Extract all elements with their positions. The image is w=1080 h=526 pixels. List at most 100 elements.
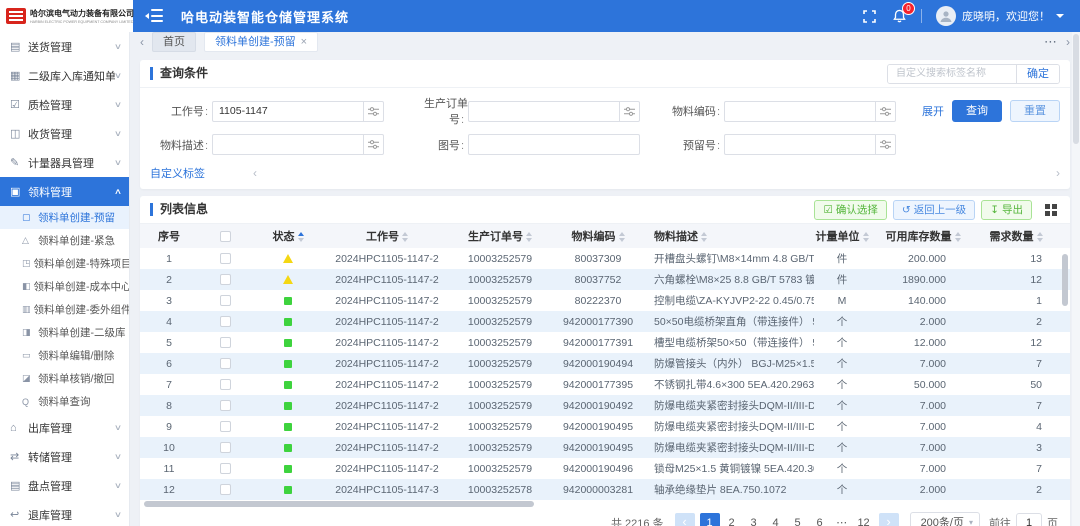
tab-home[interactable]: 首页 bbox=[152, 32, 196, 52]
custom-tag-link[interactable]: 自定义标签 bbox=[150, 165, 205, 181]
row-checkbox[interactable] bbox=[220, 463, 231, 474]
table-row[interactable]: 5 2024HPC1105-1147-2 10003252579 9420001… bbox=[140, 332, 1070, 353]
row-checkbox[interactable] bbox=[220, 484, 231, 495]
sidebar-item[interactable]: ↩ 退库管理 ∨ bbox=[0, 500, 129, 526]
col-material-desc[interactable]: 物料描述 bbox=[646, 224, 814, 248]
user-menu[interactable]: 庞晓明，欢迎您！ bbox=[936, 6, 1064, 26]
row-checkbox[interactable] bbox=[220, 442, 231, 453]
page-number[interactable]: 5 bbox=[788, 513, 808, 526]
table-row[interactable]: 9 2024HPC1105-1147-2 10003252579 9420001… bbox=[140, 416, 1070, 437]
drawing-no-input[interactable] bbox=[468, 134, 640, 155]
col-available-qty[interactable]: 可用库存数量 bbox=[870, 224, 976, 248]
sidebar-item[interactable]: ✎ 计量器具管理 ∨ bbox=[0, 148, 129, 177]
filter-icon[interactable] bbox=[876, 101, 896, 122]
row-checkbox[interactable] bbox=[220, 295, 231, 306]
tab-material-create-reserve[interactable]: 领料单创建-预留 × bbox=[204, 32, 318, 52]
material-code-input[interactable] bbox=[724, 101, 876, 122]
sidebar-item[interactable]: ☑ 质检管理 ∨ bbox=[0, 90, 129, 119]
tag-search-input[interactable] bbox=[888, 65, 1016, 83]
filter-icon[interactable] bbox=[876, 134, 896, 155]
row-checkbox[interactable] bbox=[220, 253, 231, 264]
table-vertical-scrollbar[interactable] bbox=[1062, 254, 1068, 509]
table-row[interactable]: 7 2024HPC1105-1147-2 10003252579 9420001… bbox=[140, 374, 1070, 395]
sidebar-subitem[interactable]: ▢ 领料单创建-预留 bbox=[0, 206, 129, 229]
sidebar-subitem[interactable]: Q 领料单查询 bbox=[0, 390, 129, 413]
sidebar-item-material-management[interactable]: ▣ 领料管理 ∧ bbox=[0, 177, 129, 206]
collapse-right-icon[interactable]: › bbox=[1056, 166, 1060, 180]
confirm-button[interactable]: 确定 bbox=[1016, 65, 1059, 83]
horizontal-scrollbar[interactable] bbox=[144, 501, 1066, 507]
page-number[interactable]: 3 bbox=[744, 513, 764, 526]
table-row[interactable]: 10 2024HPC1105-1147-2 10003252579 942000… bbox=[140, 437, 1070, 458]
page-number[interactable]: 4 bbox=[766, 513, 786, 526]
row-checkbox[interactable] bbox=[220, 421, 231, 432]
page-number[interactable]: 6 bbox=[810, 513, 830, 526]
search-button[interactable]: 查询 bbox=[952, 100, 1002, 122]
page-number[interactable]: 12 bbox=[854, 513, 874, 526]
collapse-left-icon[interactable]: ‹ bbox=[253, 166, 257, 180]
table-row[interactable]: 4 2024HPC1105-1147-2 10003252579 9420001… bbox=[140, 311, 1070, 332]
tab-more-icon[interactable]: ⋯ bbox=[1044, 34, 1058, 50]
window-scrollbar[interactable] bbox=[1072, 32, 1080, 526]
fullscreen-icon[interactable] bbox=[861, 8, 877, 24]
sidebar-item[interactable]: ◫ 收货管理 ∨ bbox=[0, 119, 129, 148]
sidebar-subitem[interactable]: ◨ 领料单创建-二级库 bbox=[0, 321, 129, 344]
sidebar-subitem[interactable]: △ 领料单创建-紧急 bbox=[0, 229, 129, 252]
tab-scroll-left-icon[interactable]: ‹ bbox=[140, 35, 144, 49]
row-checkbox[interactable] bbox=[220, 316, 231, 327]
row-checkbox[interactable] bbox=[220, 274, 231, 285]
reserve-no-input[interactable] bbox=[724, 134, 876, 155]
col-work-no[interactable]: 工作号 bbox=[324, 224, 450, 248]
table-row[interactable]: 8 2024HPC1105-1147-2 10003252579 9420001… bbox=[140, 395, 1070, 416]
page-number[interactable]: 1 bbox=[700, 513, 720, 526]
confirm-select-button[interactable]: ☑ 确认选择 bbox=[814, 200, 886, 220]
select-all-checkbox[interactable] bbox=[220, 231, 231, 242]
page-size-select[interactable]: 200条/页 ▾ bbox=[910, 512, 980, 526]
row-checkbox[interactable] bbox=[220, 379, 231, 390]
prev-page-button[interactable]: ‹ bbox=[675, 513, 695, 526]
filter-icon[interactable] bbox=[620, 101, 640, 122]
col-required-qty[interactable]: 需求数量 bbox=[976, 224, 1056, 248]
goto-page-input[interactable] bbox=[1016, 513, 1042, 526]
row-checkbox[interactable] bbox=[220, 400, 231, 411]
sidebar-subitem[interactable]: ▭ 领料单编辑/删除 bbox=[0, 344, 129, 367]
col-order-no[interactable]: 生产订单号 bbox=[450, 224, 550, 248]
col-material-code[interactable]: 物料编码 bbox=[550, 224, 646, 248]
notification-bell-icon[interactable]: 0 bbox=[891, 8, 907, 24]
col-unit[interactable]: 计量单位 bbox=[814, 224, 870, 248]
column-settings-icon[interactable] bbox=[1042, 201, 1060, 219]
order-no-input[interactable] bbox=[468, 101, 620, 122]
next-page-button[interactable]: › bbox=[879, 513, 899, 526]
table-row[interactable]: 1 2024HPC1105-1147-2 10003252579 8003730… bbox=[140, 248, 1070, 269]
sidebar-item[interactable]: ▦ 二级库入库通知单 ∨ bbox=[0, 61, 129, 90]
row-checkbox[interactable] bbox=[220, 358, 231, 369]
sidebar-item[interactable]: ▤ 送货管理 ∨ bbox=[0, 32, 129, 61]
reset-button[interactable]: 重置 bbox=[1010, 100, 1060, 122]
export-button[interactable]: ↧ 导出 bbox=[981, 200, 1032, 220]
sidebar-item[interactable]: ⌂ 出库管理 ∨ bbox=[0, 413, 129, 442]
page-number[interactable]: 2 bbox=[722, 513, 742, 526]
sidebar-subitem[interactable]: ◳ 领料单创建-特殊项目 bbox=[0, 252, 129, 275]
row-checkbox[interactable] bbox=[220, 337, 231, 348]
sidebar-subitem[interactable]: ▥ 领料单创建-委外组件 bbox=[0, 298, 129, 321]
table-row[interactable]: 2 2024HPC1105-1147-2 10003252579 8003775… bbox=[140, 269, 1070, 290]
filter-icon[interactable] bbox=[364, 134, 384, 155]
go-back-button[interactable]: ↺ 返回上一级 bbox=[893, 200, 975, 220]
table-row[interactable]: 12 2024HPC1105-1147-3 10003252578 942000… bbox=[140, 479, 1070, 500]
material-desc-input[interactable] bbox=[212, 134, 364, 155]
sidebar-subitem[interactable]: ◪ 领料单核销/撤回 bbox=[0, 367, 129, 390]
sidebar-item[interactable]: ▤ 盘点管理 ∨ bbox=[0, 471, 129, 500]
page-number[interactable]: ⋯ bbox=[832, 513, 852, 526]
table-row[interactable]: 3 2024HPC1105-1147-2 10003252579 8022237… bbox=[140, 290, 1070, 311]
work-no-input[interactable] bbox=[212, 101, 364, 122]
expand-link[interactable]: 展开 bbox=[922, 103, 944, 119]
col-status[interactable]: 状态 bbox=[252, 224, 324, 248]
filter-icon[interactable] bbox=[364, 101, 384, 122]
table-row[interactable]: 11 2024HPC1105-1147-2 10003252579 942000… bbox=[140, 458, 1070, 479]
sidebar-subitem[interactable]: ◧ 领料单创建-成本中心 bbox=[0, 275, 129, 298]
tab-scroll-right-icon[interactable]: › bbox=[1066, 35, 1070, 49]
table-row[interactable]: 6 2024HPC1105-1147-2 10003252579 9420001… bbox=[140, 353, 1070, 374]
sidebar-item[interactable]: ⇄ 转储管理 ∨ bbox=[0, 442, 129, 471]
sidebar-collapse-icon[interactable] bbox=[147, 9, 165, 23]
close-icon[interactable]: × bbox=[301, 33, 307, 52]
